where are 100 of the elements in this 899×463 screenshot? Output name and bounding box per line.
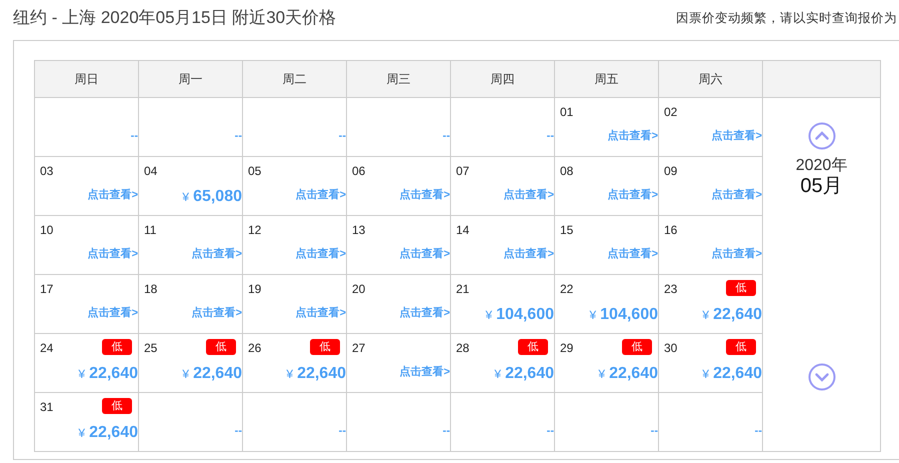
day-cell[interactable]: 21 ¥ 104,600 — [451, 275, 555, 334]
day-cell[interactable]: -- — [243, 98, 347, 157]
day-cell[interactable]: 31 低 ¥ 22,640 — [35, 393, 139, 452]
price-amount[interactable]: 22,640 — [89, 365, 138, 382]
view-price-link[interactable]: 点击查看> — [608, 249, 658, 260]
view-price-link[interactable]: 点击查看> — [400, 190, 450, 201]
day-cell[interactable]: 15 点击查看> — [555, 216, 659, 275]
day-number: 25 — [144, 340, 158, 357]
next-month-button[interactable] — [808, 363, 836, 391]
view-price-link[interactable]: 点击查看> — [400, 249, 450, 260]
empty-price: -- — [546, 426, 554, 437]
day-cell[interactable]: 16 点击查看> — [659, 216, 763, 275]
day-cell[interactable]: -- — [347, 98, 451, 157]
low-price-badge: 低 — [310, 339, 340, 355]
day-cell[interactable]: -- — [659, 393, 763, 452]
view-price-link[interactable]: 点击查看> — [504, 190, 554, 201]
view-price-link[interactable]: 点击查看> — [296, 249, 346, 260]
price-amount[interactable]: 22,640 — [89, 424, 138, 441]
day-cell[interactable]: -- — [347, 393, 451, 452]
day-cell[interactable]: 29 低 ¥ 22,640 — [555, 334, 659, 393]
day-cell[interactable]: -- — [243, 393, 347, 452]
day-cell[interactable]: 26 低 ¥ 22,640 — [243, 334, 347, 393]
year-label: 2020年 — [796, 156, 848, 176]
day-cell[interactable]: 17 点击查看> — [35, 275, 139, 334]
previous-month-button[interactable] — [808, 122, 836, 150]
day-number: 31 — [40, 399, 54, 416]
currency-sign: ¥ — [78, 367, 86, 381]
day-cell[interactable]: 01 点击查看> — [555, 98, 659, 157]
view-price-link[interactable]: 点击查看> — [712, 190, 762, 201]
currency-sign: ¥ — [702, 308, 710, 322]
view-price-link[interactable]: 点击查看> — [88, 308, 138, 319]
day-cell[interactable]: -- — [35, 98, 139, 157]
day-cell[interactable]: 19 点击查看> — [243, 275, 347, 334]
day-cell[interactable]: 06 点击查看> — [347, 157, 451, 216]
price-amount[interactable]: 104,600 — [600, 306, 658, 323]
view-price-link[interactable]: 点击查看> — [296, 308, 346, 319]
day-number: 18 — [144, 281, 158, 298]
low-price-badge: 低 — [102, 339, 132, 355]
day-cell[interactable]: 13 点击查看> — [347, 216, 451, 275]
day-cell[interactable]: 27 点击查看> — [347, 334, 451, 393]
currency-sign: ¥ — [78, 426, 86, 440]
day-cell[interactable]: 02 点击查看> — [659, 98, 763, 157]
day-cell[interactable]: 18 点击查看> — [139, 275, 243, 334]
day-cell[interactable]: 23 低 ¥ 22,640 — [659, 275, 763, 334]
view-price-link[interactable]: 点击查看> — [608, 131, 658, 142]
day-cell[interactable]: 07 点击查看> — [451, 157, 555, 216]
price-amount[interactable]: 65,080 — [193, 188, 242, 205]
empty-price: -- — [650, 426, 658, 437]
day-cell[interactable]: -- — [139, 98, 243, 157]
day-cell[interactable]: 04 ¥ 65,080 — [139, 157, 243, 216]
price-amount[interactable]: 22,640 — [505, 365, 554, 382]
day-cell[interactable]: 22 ¥ 104,600 — [555, 275, 659, 334]
day-cell[interactable]: 05 点击查看> — [243, 157, 347, 216]
price-amount[interactable]: 22,640 — [193, 365, 242, 382]
price-amount[interactable]: 104,600 — [496, 306, 554, 323]
page-title: 纽约 - 上海 2020年05月15日 附近30天价格 — [13, 7, 336, 30]
day-number: 16 — [664, 222, 678, 239]
currency-sign: ¥ — [494, 367, 502, 381]
day-number: 04 — [144, 163, 158, 180]
price-amount[interactable]: 22,640 — [609, 365, 658, 382]
day-cell[interactable]: -- — [451, 393, 555, 452]
day-number: 14 — [456, 222, 470, 239]
view-price-link[interactable]: 点击查看> — [504, 249, 554, 260]
day-cell[interactable]: -- — [555, 393, 659, 452]
weekday-header: 周五 — [555, 61, 659, 98]
view-price-link[interactable]: 点击查看> — [400, 367, 450, 378]
view-price-link[interactable]: 点击查看> — [88, 190, 138, 201]
low-price-badge: 低 — [726, 339, 756, 355]
day-cell[interactable]: 11 点击查看> — [139, 216, 243, 275]
day-cell[interactable]: 09 点击查看> — [659, 157, 763, 216]
day-cell[interactable]: 10 点击查看> — [35, 216, 139, 275]
view-price-link[interactable]: 点击查看> — [192, 249, 242, 260]
price-amount[interactable]: 22,640 — [713, 306, 762, 323]
day-cell[interactable]: 20 点击查看> — [347, 275, 451, 334]
low-price-badge: 低 — [102, 398, 132, 414]
price-amount[interactable]: 22,640 — [297, 365, 346, 382]
empty-price: -- — [130, 131, 138, 142]
day-number: 09 — [664, 163, 678, 180]
day-cell[interactable]: -- — [451, 98, 555, 157]
view-price-link[interactable]: 点击查看> — [712, 249, 762, 260]
day-cell[interactable]: 24 低 ¥ 22,640 — [35, 334, 139, 393]
price-amount[interactable]: 22,640 — [713, 365, 762, 382]
day-number: 06 — [352, 163, 366, 180]
day-cell[interactable]: 08 点击查看> — [555, 157, 659, 216]
currency-sign: ¥ — [702, 367, 710, 381]
day-cell[interactable]: 14 点击查看> — [451, 216, 555, 275]
view-price-link[interactable]: 点击查看> — [192, 308, 242, 319]
view-price-link[interactable]: 点击查看> — [712, 131, 762, 142]
empty-price: -- — [546, 131, 554, 142]
day-cell[interactable]: 03 点击查看> — [35, 157, 139, 216]
day-cell[interactable]: 12 点击查看> — [243, 216, 347, 275]
day-cell[interactable]: 25 低 ¥ 22,640 — [139, 334, 243, 393]
view-price-link[interactable]: 点击查看> — [88, 249, 138, 260]
view-price-link[interactable]: 点击查看> — [296, 190, 346, 201]
day-cell[interactable]: 28 低 ¥ 22,640 — [451, 334, 555, 393]
day-cell[interactable]: -- — [139, 393, 243, 452]
view-price-link[interactable]: 点击查看> — [400, 308, 450, 319]
view-price-link[interactable]: 点击查看> — [608, 190, 658, 201]
day-cell[interactable]: 30 低 ¥ 22,640 — [659, 334, 763, 393]
weekday-header: 周二 — [243, 61, 347, 98]
